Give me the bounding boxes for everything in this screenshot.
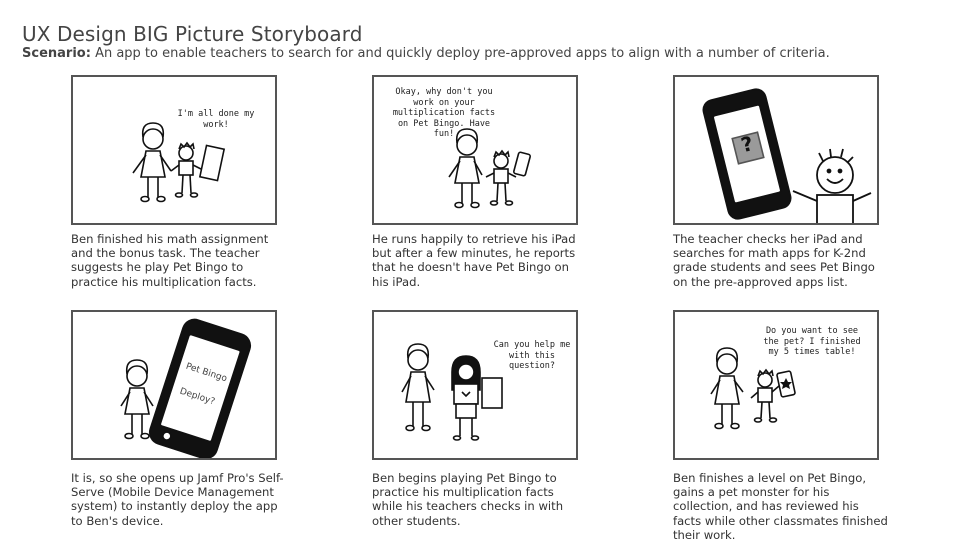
storyboard-panel-2: Okay, why don't you work on your multipl… <box>372 75 578 225</box>
panel-6-caption: Ben finishes a level on Pet Bingo, gains… <box>673 471 888 542</box>
storyboard-panel-3: ? <box>673 75 879 225</box>
storyboard-panel-5: Can you help me with this question? <box>372 310 578 460</box>
scenario-line: Scenario: An app to enable teachers to s… <box>22 46 830 61</box>
speech-bubble: Do you want to see the pet? I finished m… <box>763 326 861 357</box>
panel-5-caption: Ben begins playing Pet Bingo to practice… <box>372 471 564 528</box>
storyboard-panel-4: Pet Bingo Deploy? <box>71 310 277 460</box>
page-title: UX Design BIG Picture Storyboard <box>22 22 363 46</box>
scenario-label: Scenario: <box>22 46 91 61</box>
panel-1-caption: Ben finished his math assignment and the… <box>71 232 269 289</box>
storyboard-panel-6: Do you want to see the pet? I finished m… <box>673 310 879 460</box>
panel-5-illustration <box>401 343 503 441</box>
speech-bubble: Can you help me with this question? <box>493 340 571 371</box>
speech-bubble: I'm all done my work! <box>177 109 255 130</box>
panel-3-caption: The teacher checks her iPad and searches… <box>673 232 875 289</box>
panel-4-caption: It is, so she opens up Jamf Pro's Self-S… <box>71 471 284 528</box>
scenario-text: An app to enable teachers to search for … <box>95 46 830 61</box>
panel-2-caption: He runs happily to retrieve his iPad but… <box>372 232 576 289</box>
speech-bubble: Okay, why don't you work on your multipl… <box>392 87 496 139</box>
panel-1-illustration <box>132 122 226 203</box>
panel-3-illustration: ? <box>702 88 872 223</box>
storyboard-panel-1: I'm all done my work! <box>71 75 277 225</box>
panel-4-illustration <box>120 318 252 458</box>
